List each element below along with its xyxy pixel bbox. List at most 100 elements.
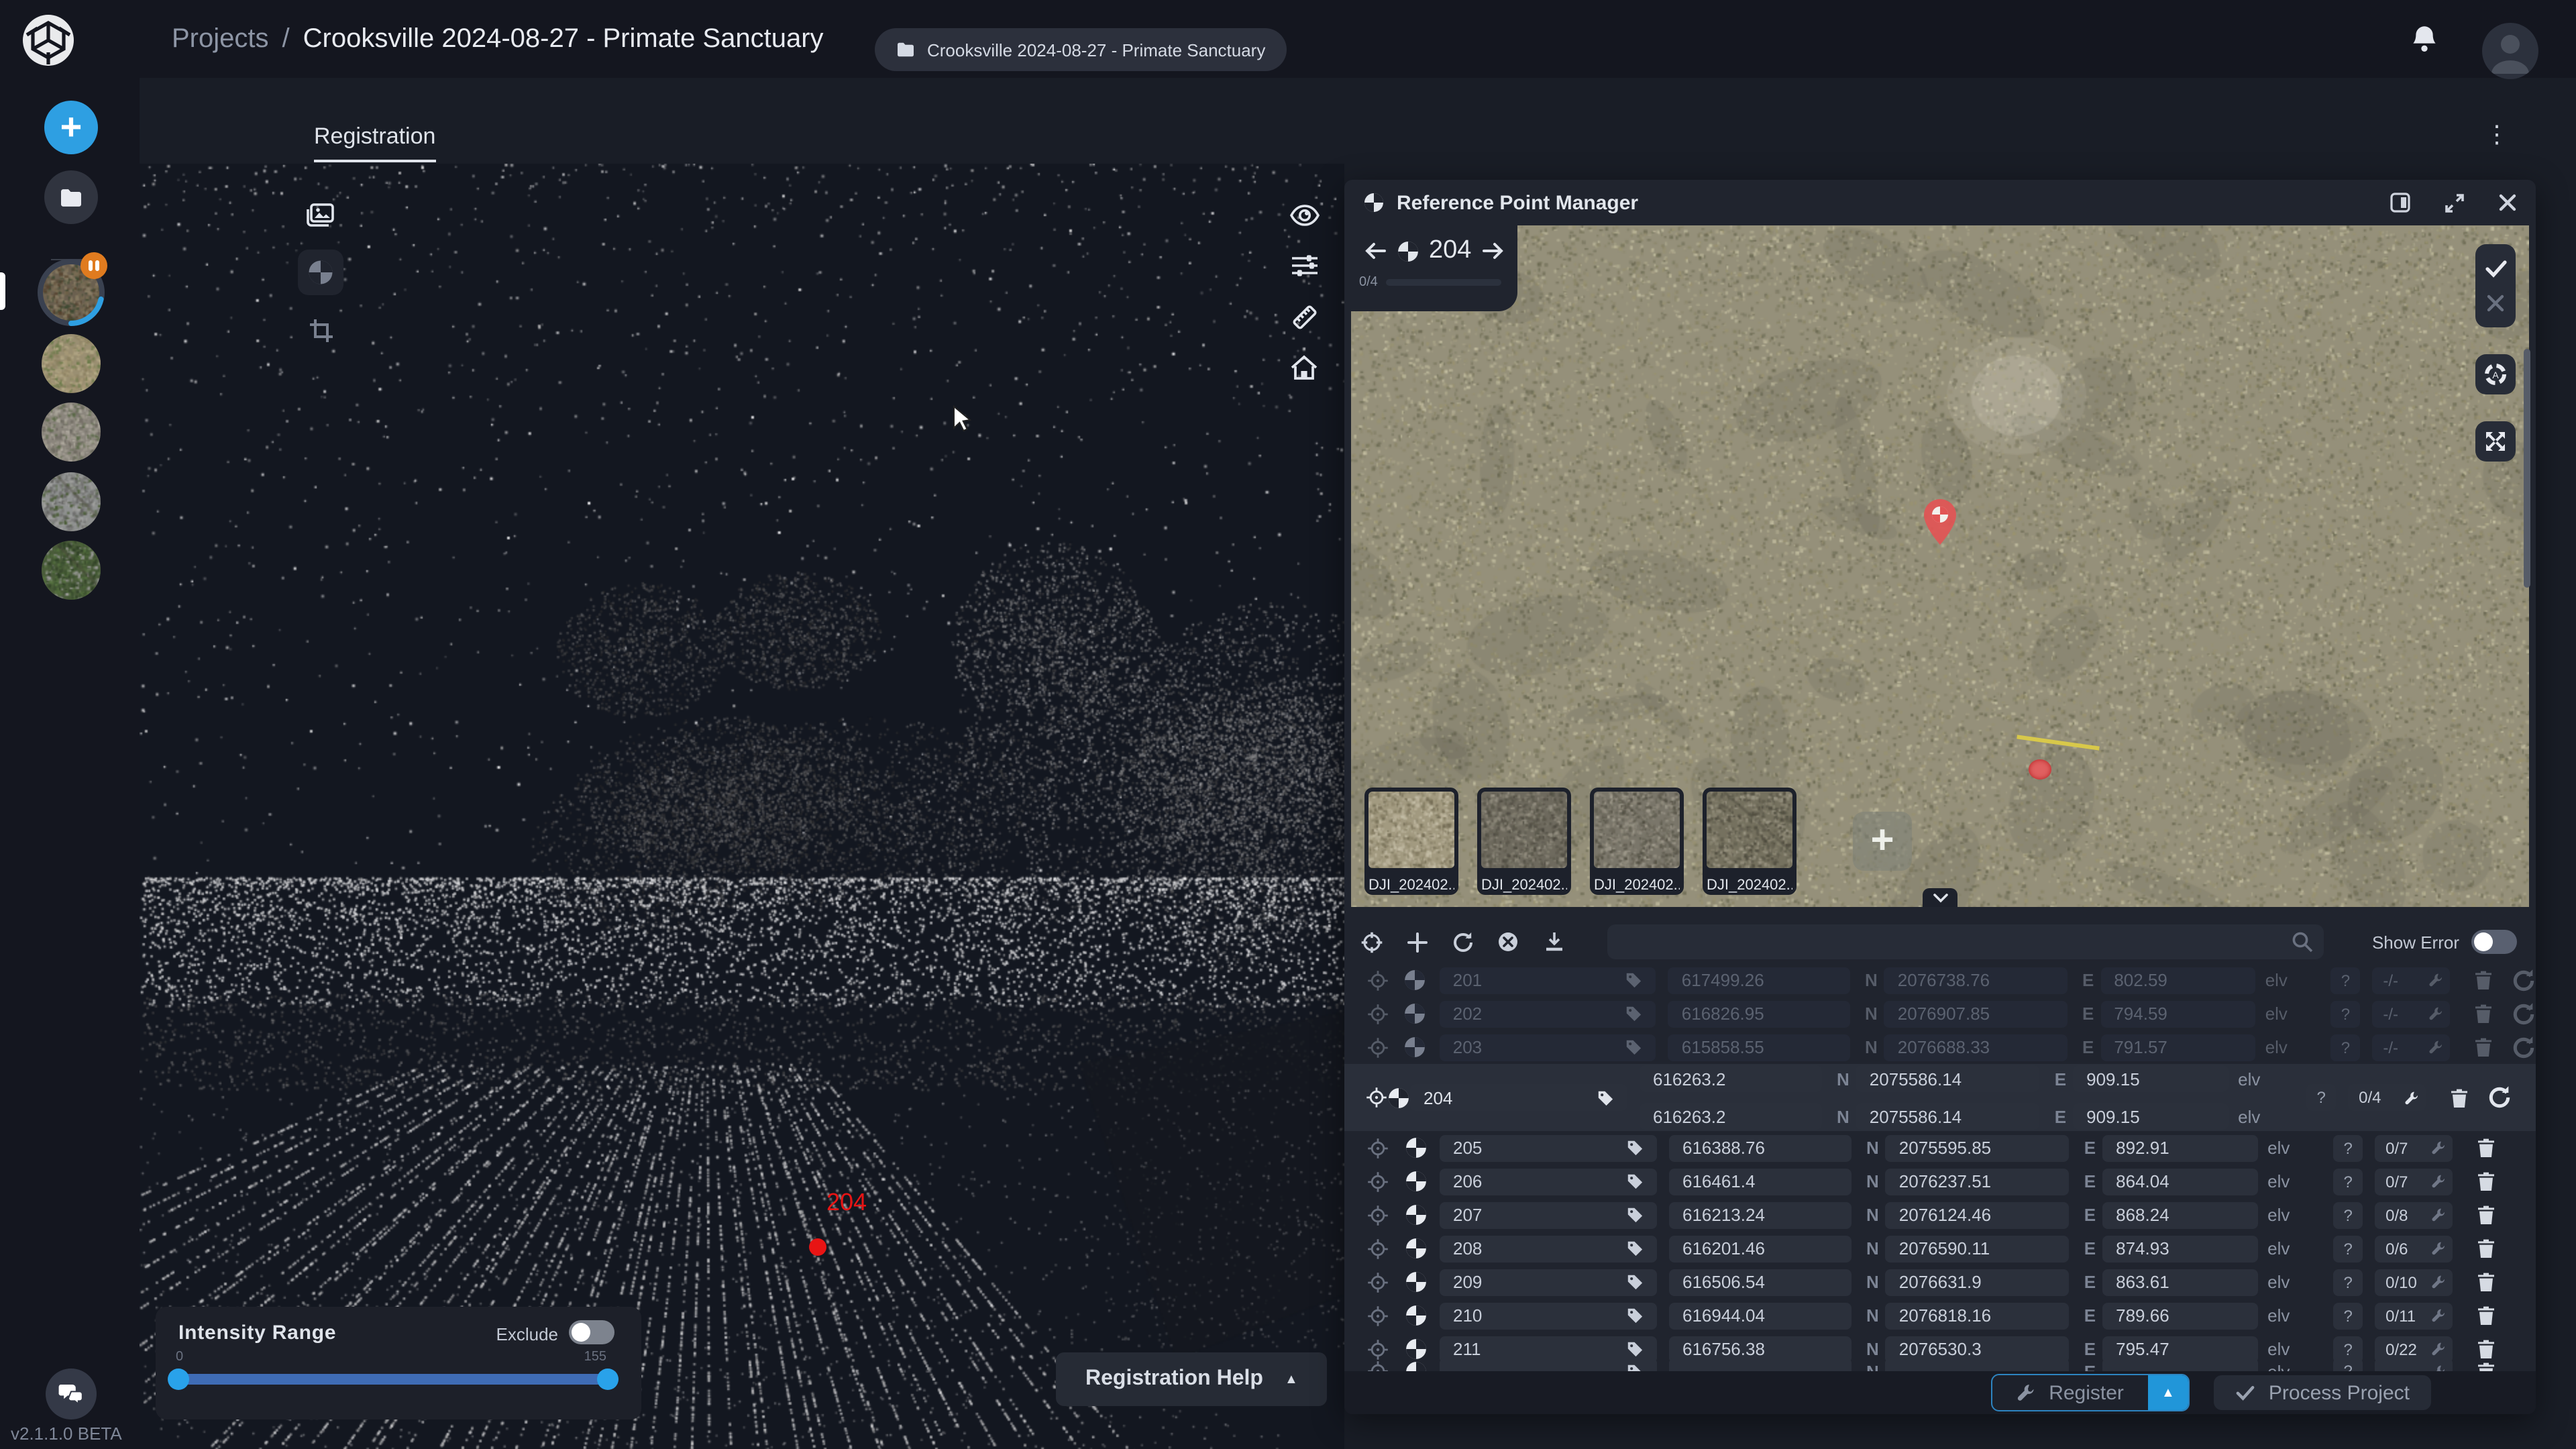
add-project-button[interactable]: + xyxy=(44,101,98,154)
search-input[interactable] xyxy=(1607,924,2324,959)
tag-icon[interactable] xyxy=(1625,1005,1643,1022)
row-easting-field[interactable]: 616461.4 xyxy=(1669,1168,1851,1195)
table-row[interactable]: 203615858.55N2076688.33E791.57elv?-/- xyxy=(1344,1030,2536,1064)
breadcrumb-projects-link[interactable]: Projects xyxy=(172,23,269,54)
delete-button[interactable] xyxy=(2471,970,2496,990)
photo-thumb-image[interactable] xyxy=(1594,792,1680,868)
confirm-check-icon[interactable] xyxy=(2484,259,2507,278)
prev-point-arrow-icon[interactable] xyxy=(1364,241,1387,260)
row-easting-field[interactable]: 616506.54 xyxy=(1669,1269,1851,1295)
map-pin[interactable] xyxy=(1924,499,1956,545)
dock-panel-icon[interactable] xyxy=(2390,192,2411,213)
delete-button[interactable] xyxy=(2474,1339,2498,1359)
project-thumbnail-5[interactable] xyxy=(42,541,101,600)
wrench-icon[interactable] xyxy=(2428,1040,2443,1055)
wrench-icon[interactable] xyxy=(2404,1090,2419,1105)
reset-button[interactable] xyxy=(2487,1085,2512,1110)
delete-button[interactable] xyxy=(2471,1004,2496,1024)
delete-button[interactable] xyxy=(2474,1138,2498,1158)
unknown-button[interactable]: ? xyxy=(2331,1000,2361,1027)
row-id-field[interactable]: 201 xyxy=(1440,967,1656,994)
wrench-icon[interactable] xyxy=(2431,1208,2446,1222)
tag-icon[interactable] xyxy=(1626,1240,1644,1257)
tag-icon[interactable] xyxy=(1626,1139,1644,1157)
row-easting-field[interactable]: 616201.46 xyxy=(1669,1235,1851,1262)
row-northing-field[interactable]: 2075595.85 xyxy=(1886,1134,2070,1161)
undo-button[interactable] xyxy=(1449,928,1476,955)
intensity-range-slider[interactable] xyxy=(174,1374,612,1385)
row-easting-field[interactable]: 616944.04 xyxy=(1669,1302,1851,1329)
row-easting-field[interactable]: 615858.55 xyxy=(1668,1034,1850,1061)
reset-button[interactable] xyxy=(2512,1002,2536,1026)
row-northing-field[interactable]: 2076590.11 xyxy=(1886,1235,2070,1262)
clear-points-button[interactable] xyxy=(1495,928,1521,955)
slider-handle-max[interactable] xyxy=(597,1368,619,1390)
row-elevation-field[interactable]: 794.59 xyxy=(2100,1000,2255,1027)
tag-icon[interactable] xyxy=(1597,1089,1614,1106)
app-logo-icon[interactable] xyxy=(21,13,75,67)
row-northing-field[interactable]: 2076631.9 xyxy=(1886,1269,2070,1295)
row-easting-field[interactable]: 616263.2 xyxy=(1640,1103,1822,1130)
table-row[interactable]: 209616506.54N2076631.9E863.61elv?0/10 xyxy=(1344,1265,2536,1299)
table-row-selected[interactable]: 204616263.2N2075586.14E909.15elv616263.2… xyxy=(1344,1064,2536,1131)
show-error-toggle[interactable] xyxy=(2471,930,2517,954)
delete-button[interactable] xyxy=(2474,1272,2498,1292)
unknown-button[interactable]: ? xyxy=(2333,1168,2363,1195)
crop-button[interactable] xyxy=(305,314,337,346)
row-elevation-field[interactable]: 863.61 xyxy=(2102,1269,2258,1295)
wrench-icon[interactable] xyxy=(2431,1342,2446,1356)
wrench-icon[interactable] xyxy=(2431,1308,2446,1323)
row-northing-field[interactable]: 2076818.16 xyxy=(1886,1302,2070,1329)
row-id-field[interactable]: 210 xyxy=(1440,1302,1657,1329)
kebab-menu-button[interactable]: ⋮ xyxy=(2485,121,2509,149)
photos-panel-button[interactable] xyxy=(305,199,337,231)
row-northing-field[interactable]: 2076237.51 xyxy=(1886,1168,2070,1195)
register-button[interactable]: Register ▲ xyxy=(1991,1374,2190,1411)
tab-registration[interactable]: Registration xyxy=(314,123,435,162)
tag-icon[interactable] xyxy=(1626,1206,1644,1224)
user-avatar[interactable] xyxy=(2482,23,2538,79)
register-dropdown-button[interactable]: ▲ xyxy=(2148,1375,2188,1410)
row-easting-field[interactable]: 617499.26 xyxy=(1668,967,1850,994)
add-point-target-button[interactable] xyxy=(1358,928,1385,955)
row-elevation-field[interactable]: 802.59 xyxy=(2100,967,2255,994)
delete-button[interactable] xyxy=(2474,1238,2498,1258)
unknown-button[interactable]: ? xyxy=(2333,1134,2363,1161)
add-photo-button[interactable]: + xyxy=(1853,812,1912,871)
tag-icon[interactable] xyxy=(1626,1173,1644,1190)
table-row[interactable]: 201617499.26N2076738.76E802.59elv?-/- xyxy=(1344,963,2536,997)
photo-thumb-card[interactable]: DJI_202402... xyxy=(1703,788,1796,895)
row-id-field[interactable]: 208 xyxy=(1440,1235,1657,1262)
unknown-button[interactable]: ? xyxy=(2333,1269,2363,1295)
visibility-eye-button[interactable] xyxy=(1288,199,1320,231)
row-elevation-field[interactable]: 909.15 xyxy=(2073,1065,2229,1092)
row-elevation-field[interactable]: 791.57 xyxy=(2100,1034,2255,1061)
unknown-button[interactable]: ? xyxy=(2331,967,2361,994)
refpoint-marker-dot[interactable] xyxy=(809,1238,826,1256)
tag-icon[interactable] xyxy=(1626,1273,1644,1291)
row-id-field[interactable]: 209 xyxy=(1440,1269,1657,1295)
photo-thumb-card[interactable]: DJI_202402... xyxy=(1477,788,1571,895)
row-id-field[interactable]: 206 xyxy=(1440,1168,1657,1195)
row-easting-field[interactable]: 616826.95 xyxy=(1668,1000,1850,1027)
row-easting-field[interactable]: 616388.76 xyxy=(1669,1134,1851,1161)
delete-button[interactable] xyxy=(2474,1171,2498,1191)
project-thumbnail-2[interactable] xyxy=(42,334,101,393)
row-id-field[interactable]: 202 xyxy=(1440,1000,1656,1027)
wrench-icon[interactable] xyxy=(2428,973,2443,987)
gcp-target-button[interactable] xyxy=(298,250,343,295)
row-northing-field[interactable]: 2076124.46 xyxy=(1886,1201,2070,1228)
slider-handle-min[interactable] xyxy=(168,1368,189,1390)
close-panel-icon[interactable] xyxy=(2498,193,2517,212)
map-view[interactable]: 204 0/4 A DJI_202402...DJI_202402...DJI_… xyxy=(1351,225,2529,907)
table-row[interactable]: 208616201.46N2076590.11E874.93elv?0/6 xyxy=(1344,1232,2536,1265)
photo-thumb-card[interactable]: DJI_202402... xyxy=(1364,788,1458,895)
reset-button[interactable] xyxy=(2512,968,2536,992)
next-point-arrow-icon[interactable] xyxy=(1481,241,1503,260)
project-thumbnail-4[interactable] xyxy=(42,472,101,531)
row-northing-field[interactable]: 2076688.33 xyxy=(1884,1034,2068,1061)
projects-folder-button[interactable] xyxy=(44,170,98,224)
table-scrollbar[interactable] xyxy=(2524,349,2530,588)
display-settings-button[interactable] xyxy=(1288,250,1320,282)
row-id-field[interactable]: 205 xyxy=(1440,1134,1657,1161)
